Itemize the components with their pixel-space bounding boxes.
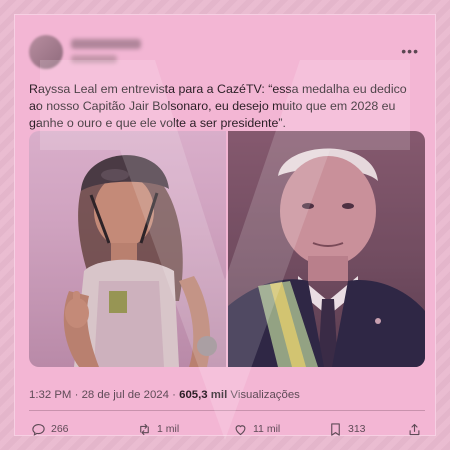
more-icon[interactable]: ••• [401, 43, 419, 59]
tweet-meta: 1:32 PM · 28 de jul de 2024 · 605,3 mil … [29, 389, 300, 401]
blurred-handle [71, 55, 117, 63]
like-button[interactable]: 11 mil [233, 419, 280, 439]
like-icon [235, 424, 246, 435]
tweet-time[interactable]: 1:32 PM [29, 389, 71, 401]
retweet-icon [140, 423, 149, 435]
retweet-count: 1 mil [157, 423, 180, 435]
bookmark-icon [331, 422, 340, 436]
reply-button[interactable]: 266 [31, 419, 69, 439]
bookmark-count: 313 [348, 423, 366, 435]
photo-politician[interactable] [228, 131, 425, 367]
like-count: 11 mil [253, 423, 281, 435]
tweet-text: Rayssa Leal em entrevista para a CazéTV:… [29, 82, 407, 130]
photo-skater[interactable] [29, 131, 226, 367]
views-label: Visualizações [230, 389, 300, 401]
tweet-card: ••• Rayssa Leal em entrevista para a Caz… [14, 14, 436, 436]
bookmark-button[interactable]: 313 [328, 419, 366, 439]
views-count: 605,3 mil [179, 389, 228, 401]
blurred-display-name [71, 39, 141, 49]
divider [29, 410, 425, 411]
tweet-header: ••• [29, 35, 419, 71]
share-icon [409, 423, 420, 435]
avatar[interactable] [29, 35, 63, 69]
tweet-media[interactable] [29, 131, 425, 367]
retweet-button[interactable]: 1 mil [137, 419, 179, 439]
meta-separator: · [74, 389, 82, 401]
share-button[interactable] [407, 419, 422, 439]
reply-icon [32, 423, 45, 436]
tweet-date[interactable]: 28 de jul de 2024 [82, 389, 169, 401]
reply-count: 266 [51, 423, 69, 435]
action-bar: 266 1 mil 11 mil 313 [29, 419, 425, 439]
